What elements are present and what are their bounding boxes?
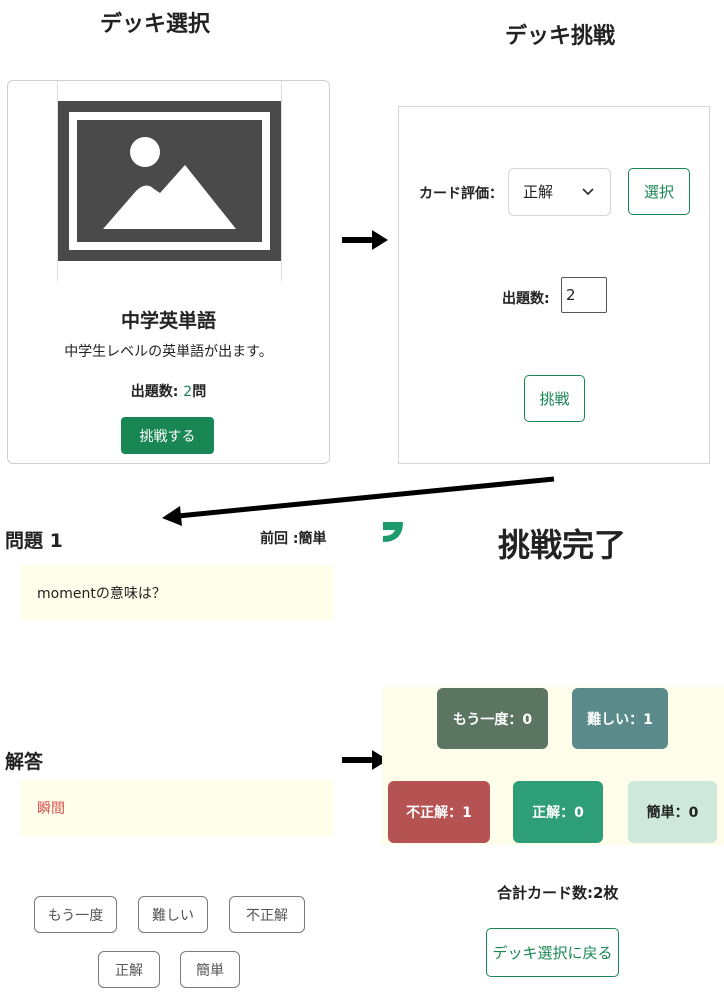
rating-label: カード評価： <box>419 186 503 202</box>
result-title: 挑戦完了 <box>498 526 627 564</box>
deck-question-count: 出題数: 2問 <box>8 381 329 401</box>
total-card-count: 合計カード数:2枚 <box>497 884 619 902</box>
rate-correct-button[interactable]: 正解 <box>98 951 160 988</box>
stat-hard: 難しい：1 <box>572 688 668 749</box>
deck-challenge-title: デッキ挑戦 <box>505 24 616 49</box>
previous-rating: 前回 :簡単 <box>260 531 327 547</box>
deck-description: 中学生レベルの英単語が出ます。 <box>64 344 273 360</box>
question-box: momentの意味は？ <box>21 565 334 621</box>
stat-wrong: 不正解：1 <box>388 781 490 843</box>
back-to-deck-select-button[interactable]: デッキ選択に戻る <box>486 928 619 977</box>
rating-selected-value: 正解 <box>523 183 554 201</box>
rate-wrong-button[interactable]: 不正解 <box>229 896 305 933</box>
deck-image-placeholder <box>57 81 282 281</box>
start-challenge-button[interactable]: 挑戦 <box>524 375 585 422</box>
deck-challenge-panel: カード評価： 正解 選択 出題数: 2 挑戦 <box>398 106 710 464</box>
deck-name: 中学英単語 <box>120 310 216 332</box>
rate-hard-button[interactable]: 難しい <box>138 896 208 933</box>
rating-select-button[interactable]: 選択 <box>628 168 690 215</box>
rate-easy-button[interactable]: 簡単 <box>180 951 240 988</box>
answer-text: 瞬間 <box>37 801 65 817</box>
stat-easy: 簡単：0 <box>628 781 717 843</box>
rating-select[interactable]: 正解 <box>508 168 611 216</box>
stat-correct: 正解：0 <box>513 781 603 843</box>
deck-count-unit: 問 <box>192 384 207 400</box>
answer-title: 解答 <box>5 751 44 773</box>
logo-icon <box>383 522 403 542</box>
rate-again-button[interactable]: もう一度 <box>34 896 117 933</box>
deck-count-label: 出題数: <box>130 384 184 400</box>
answer-box: 瞬間 <box>21 780 334 836</box>
deck-select-title: デッキ選択 <box>100 12 211 37</box>
stat-again: もう一度：0 <box>437 688 548 749</box>
image-icon <box>58 101 281 261</box>
deck-challenge-button[interactable]: 挑戦する <box>121 417 214 454</box>
chevron-down-icon <box>582 188 594 196</box>
question-title: 問題 1 <box>5 530 63 552</box>
deck-count-value: 2 <box>183 384 193 400</box>
question-count-input[interactable]: 2 <box>561 277 607 313</box>
result-stats-panel: もう一度：0 難しい：1 不正解：1 正解：0 簡単：0 <box>382 687 724 845</box>
question-text: momentの意味は？ <box>37 586 166 602</box>
arrow-right-icon <box>342 230 388 250</box>
deck-card: 中学英単語 中学生レベルの英単語が出ます。 出題数: 2問 挑戦する <box>7 80 330 464</box>
question-count-label: 出題数: <box>502 291 550 307</box>
